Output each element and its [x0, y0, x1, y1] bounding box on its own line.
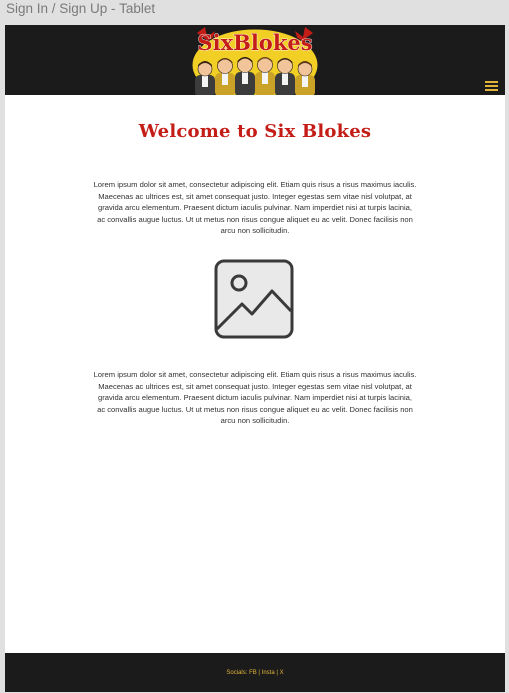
hamburger-line: [485, 81, 498, 83]
secondary-paragraph: Lorem ipsum dolor sit amet, consectetur …: [93, 370, 417, 426]
page-title: Welcome to Six Blokes: [138, 121, 372, 142]
bloke-6: [295, 61, 315, 95]
six-blokes-logo[interactable]: SixBlokes: [191, 25, 319, 95]
footer-link-insta[interactable]: Insta: [262, 670, 275, 676]
footer-link-x[interactable]: X: [280, 670, 284, 676]
site-header: SixBlokes: [5, 25, 505, 95]
site-footer: Socials: FB | Insta | X: [5, 653, 505, 692]
socials-label: Socials:: [226, 670, 248, 676]
image-placeholder-icon: [214, 259, 294, 339]
frame-title: Sign In / Sign Up - Tablet: [6, 1, 156, 16]
bloke-3: [235, 57, 255, 95]
hamburger-menu-icon[interactable]: [485, 81, 498, 91]
logo-wordmark: SixBlokes: [197, 30, 312, 55]
bloke-4: [255, 57, 275, 95]
intro-paragraph: Lorem ipsum dolor sit amet, consectetur …: [93, 180, 417, 236]
tablet-page: SixBlokes Welcome to Six Blokes Lorem ip…: [5, 25, 505, 692]
hamburger-line: [485, 89, 498, 91]
footer-separator: |: [258, 670, 260, 676]
footer-link-fb[interactable]: FB: [249, 670, 257, 676]
bloke-5: [275, 58, 295, 95]
footer-socials: Socials: FB | Insta | X: [5, 670, 505, 676]
bloke-2: [215, 58, 235, 95]
hamburger-line: [485, 85, 498, 87]
bloke-1: [195, 61, 215, 95]
footer-separator: |: [276, 670, 278, 676]
